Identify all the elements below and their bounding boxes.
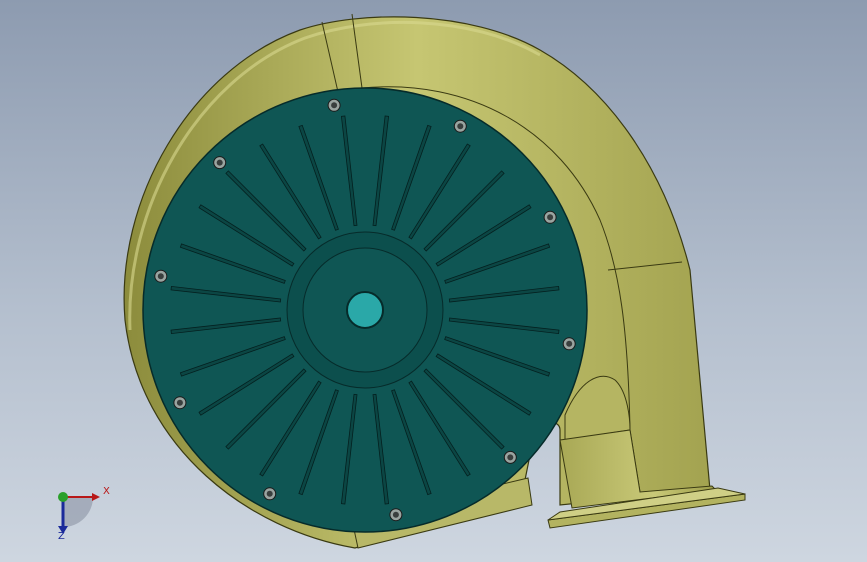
cover-bolt-hole	[216, 159, 223, 166]
z-axis-label: Z	[58, 531, 65, 542]
coordinate-triad: X Z	[48, 482, 118, 544]
shaft-hub	[346, 291, 384, 329]
motor-cover[interactable]	[142, 87, 588, 533]
x-axis-label: X	[103, 486, 110, 497]
cover-bolt-hole	[547, 214, 554, 221]
cover-bolt-hole	[392, 511, 399, 518]
cover-bolt-hole	[331, 102, 338, 109]
triad-shadow	[63, 497, 93, 527]
cover-bolt-hole	[457, 123, 464, 130]
y-axis-origin	[58, 492, 68, 502]
cover-bolt-hole	[507, 454, 514, 461]
cover-bolt-hole	[266, 490, 273, 497]
graphics-viewport[interactable]: X Z	[0, 0, 867, 562]
x-axis-arrowhead	[92, 493, 100, 501]
cover-bolt-hole	[566, 340, 573, 347]
cover-bolt-hole	[157, 273, 164, 280]
cover-bolt-hole	[176, 399, 183, 406]
cad-model-view[interactable]	[0, 0, 867, 562]
